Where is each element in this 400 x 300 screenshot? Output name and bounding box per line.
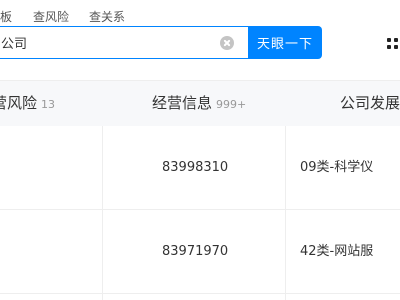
header-operations-label: 经营信息 [152,94,213,112]
header-operations-count: 999+ [216,98,247,111]
header-operations[interactable]: 经营信息 999+ [152,81,246,127]
header-risk-count: 13 [41,98,56,111]
apps-grid-icon[interactable] [387,38,398,49]
header-risk-label: 营风险 [0,94,38,112]
search-tab-relation[interactable]: 查关系 [89,8,125,25]
search-tab-risk[interactable]: 查风险 [33,8,69,25]
header: 板 查风险 查关系 天眼一下 [0,0,400,80]
table-cell[interactable]: 42类-网站服 [300,210,373,294]
data-table: 营风险13 经营信息999+ 公司发展 83998310 09类-科学仪 839… [0,80,400,300]
header-risk[interactable]: 营风险13 [0,81,55,127]
table-cell[interactable]: 83971970 [162,210,228,294]
table-cell[interactable]: 83998310 [162,126,228,210]
header-development-label: 公司发展 [340,94,400,112]
table-header: 营风险13 经营信息999+ 公司发展 [0,80,400,126]
table-cell[interactable]: 09类-科学仪 [300,126,373,210]
search-box [0,26,248,59]
table-row: 83971970 42类-网站服 [0,210,400,294]
clear-icon[interactable] [220,36,234,50]
search-tab-1[interactable]: 板 [0,8,12,25]
header-development[interactable]: 公司发展 [340,81,400,127]
table-row: 83998310 09类-科学仪 [0,126,400,210]
search-button[interactable]: 天眼一下 [248,26,322,59]
search-input[interactable] [1,27,211,58]
